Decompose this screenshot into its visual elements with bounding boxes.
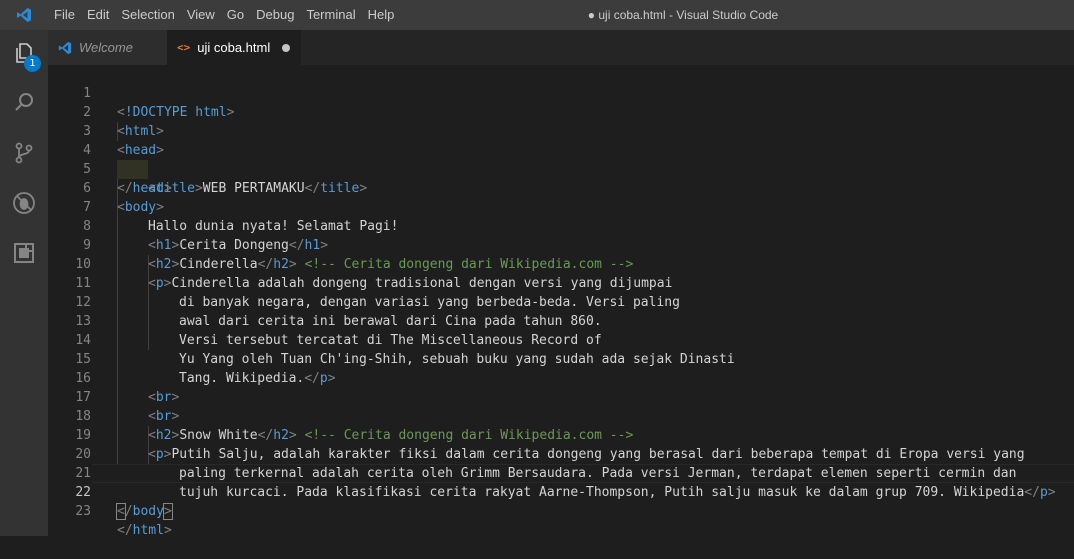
menu-edit[interactable]: Edit [81, 0, 115, 30]
window-title-text: ● uji coba.html - Visual Studio Code [587, 8, 779, 22]
code-line: 21 tujuh kurcaci. Pada klasifikasi cerit… [48, 445, 1074, 500]
code-line: 15 Tang. Wikipedia.</p> [48, 331, 1074, 386]
debug-icon [11, 190, 37, 221]
extensions-button[interactable] [0, 230, 48, 280]
code-line: 20 paling terkernal adalah cerita oleh G… [48, 426, 1074, 481]
code-line: 4 <title>WEB PERTAMAKU</title> [48, 122, 1074, 196]
explorer-button[interactable]: 1 [0, 30, 48, 80]
tab-welcome[interactable]: Welcome [48, 30, 167, 65]
code-line: 3 <head> [48, 103, 1074, 158]
search-icon [12, 91, 36, 120]
tab-bar: Welcome <> uji coba.html [48, 30, 1074, 65]
menu-debug[interactable]: Debug [250, 0, 300, 30]
code-line: 6 <body> [48, 160, 1074, 215]
code-line: 9 <h2>Cinderella</h2> <!-- Cerita dongen… [48, 217, 1074, 272]
debug-button[interactable] [0, 180, 48, 230]
tab-welcome-label: Welcome [79, 40, 133, 55]
menu-bar: File Edit Selection View Go Debug Termin… [48, 0, 400, 30]
source-control-icon [12, 141, 36, 170]
tab-uji-coba[interactable]: <> uji coba.html [167, 30, 301, 65]
code-line: 11 di banyak negara, dengan variasi yang… [48, 255, 1074, 310]
menu-view[interactable]: View [181, 0, 221, 30]
code-line: 23 </html> [48, 483, 1074, 538]
code-line: 19 <p>Putih Salju, adalah karakter fiksi… [48, 407, 1074, 462]
html-file-icon: <> [177, 41, 191, 54]
code-line: 12 awal dari cerita ini berawal dari Cin… [48, 274, 1074, 329]
search-button[interactable] [0, 80, 48, 130]
menu-selection[interactable]: Selection [115, 0, 180, 30]
menu-file[interactable]: File [48, 0, 81, 30]
code-line-current: 22 </body> [48, 464, 1074, 520]
activity-bar: 1 [0, 30, 48, 536]
title-bar: File Edit Selection View Go Debug Termin… [0, 0, 1074, 30]
extensions-icon [12, 241, 36, 270]
code-line: 16 <br> [48, 350, 1074, 405]
code-line: 7 Hallo dunia nyata! Selamat Pagi! [48, 179, 1074, 234]
tab-uji-coba-label: uji coba.html [197, 40, 271, 55]
code-line: 1 <!DOCTYPE html> [48, 65, 1074, 120]
code-line: 17 <br> [48, 369, 1074, 424]
code-line: 10 <p>Cinderella adalah dongeng tradisio… [48, 236, 1074, 291]
code-line: 5 </head> [48, 141, 1074, 196]
explorer-badge: 1 [24, 55, 41, 72]
code-line: 13 Versi tersebut tercatat di The Miscel… [48, 293, 1074, 348]
vscode-logo-icon [0, 0, 48, 30]
line-number: 23 [75, 504, 91, 519]
code-line: 18 <h2>Snow White</h2> <!-- Cerita donge… [48, 388, 1074, 443]
code-line: 2 <html> [48, 84, 1074, 139]
menu-go[interactable]: Go [221, 0, 250, 30]
unsaved-dot-icon[interactable] [282, 43, 291, 52]
source-control-button[interactable] [0, 130, 48, 180]
menu-help[interactable]: Help [362, 0, 401, 30]
vscode-icon [58, 41, 72, 55]
code-line: 14 Yu Yang oleh Tuan Ch'ing-Shih, sebuah… [48, 312, 1074, 367]
menu-terminal[interactable]: Terminal [300, 0, 361, 30]
code-editor[interactable]: 1 <!DOCTYPE html> 2 <html> 3 <head> 4 <t… [48, 65, 1074, 538]
code-line: 8 <h1>Cerita Dongeng</h1> [48, 198, 1074, 253]
